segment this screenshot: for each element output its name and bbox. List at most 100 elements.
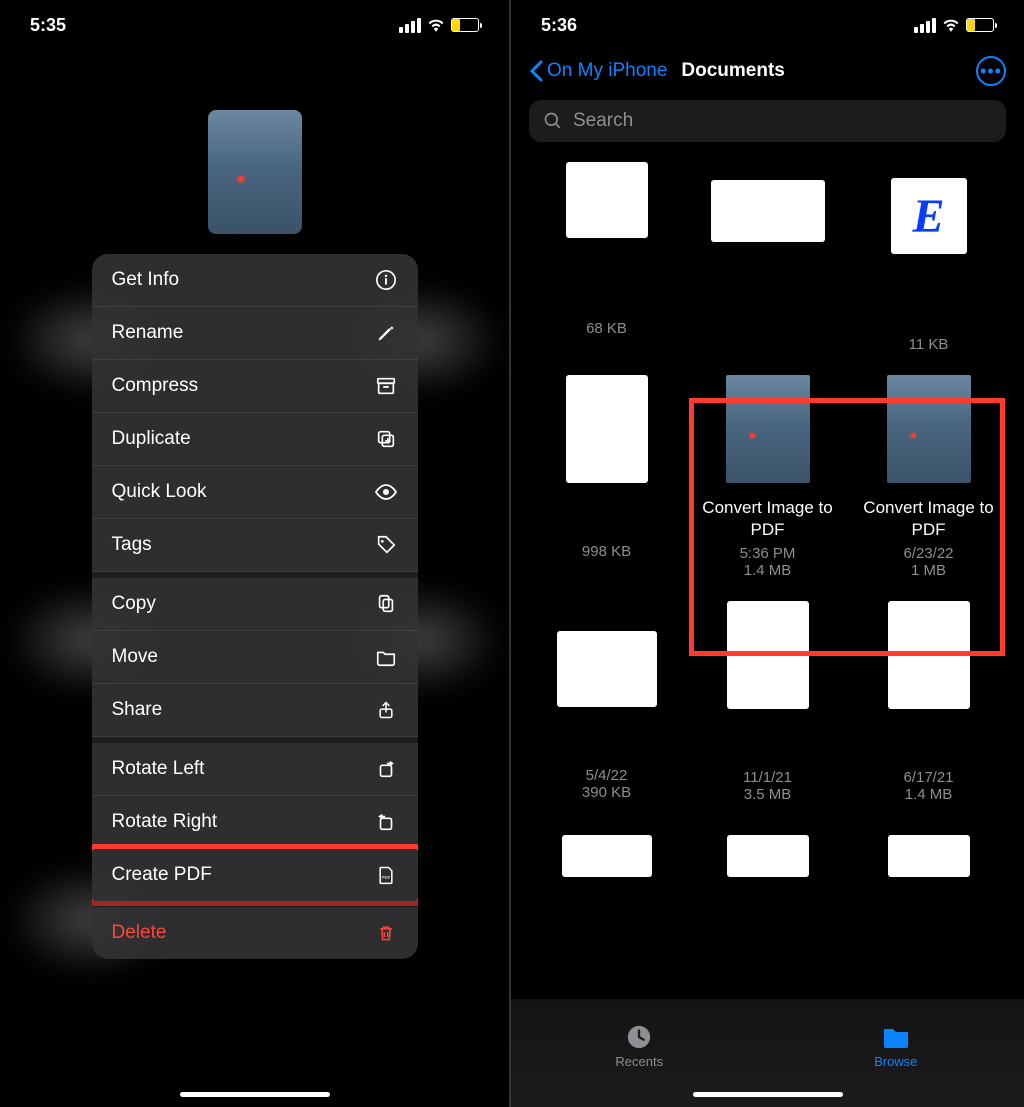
menu-label: Copy [112, 593, 156, 615]
file-size: 1.4 MB [744, 562, 792, 579]
status-time: 5:35 [30, 15, 66, 36]
archive-icon [374, 374, 398, 398]
selected-file-thumbnail [208, 110, 302, 234]
ellipsis-icon: ••• [980, 61, 1002, 82]
menu-rotate-right[interactable]: Rotate Right [92, 796, 418, 849]
menu-label: Share [112, 699, 163, 721]
file-name: Convert Image to PDF [853, 497, 1004, 541]
tab-recents[interactable]: Recents [511, 999, 768, 1107]
menu-quick-look[interactable]: Quick Look [92, 466, 418, 519]
share-icon [374, 698, 398, 722]
file-item[interactable]: Convert Image to PDF 6/23/22 1 MB [851, 369, 1006, 585]
page-title: Documents [681, 60, 784, 82]
file-size: 1 MB [911, 562, 946, 579]
menu-label: Get Info [112, 269, 180, 291]
file-item[interactable]: 6/17/21 1.4 MB [851, 595, 1006, 809]
file-size: 998 KB [582, 543, 631, 560]
status-bar: 5:35 [0, 0, 509, 50]
status-time: 5:36 [541, 15, 577, 36]
file-item[interactable] [851, 819, 1006, 883]
search-icon [543, 111, 563, 131]
menu-delete[interactable]: Delete [92, 901, 418, 959]
file-item[interactable] [690, 819, 845, 883]
file-size: 11 KB [909, 336, 949, 353]
search-field[interactable]: Search [529, 100, 1006, 142]
file-date: 6/23/22 [903, 545, 953, 562]
menu-get-info[interactable]: Get Info [92, 254, 418, 307]
copy-icon [374, 592, 398, 616]
file-item[interactable]: Convert Image to PDF 5:36 PM 1.4 MB [690, 369, 845, 585]
trash-icon [374, 921, 398, 945]
tab-label: Browse [874, 1054, 917, 1069]
home-indicator[interactable] [693, 1092, 843, 1097]
phone-right: 5:36 On My iPhone Documents ••• Search 6… [511, 0, 1024, 1107]
menu-create-pdf[interactable]: Create PDF PDF [92, 849, 418, 901]
file-size: 390 KB [582, 784, 631, 801]
menu-copy[interactable]: Copy [92, 572, 418, 631]
svg-text:PDF: PDF [381, 875, 390, 880]
wifi-icon [942, 18, 960, 32]
file-item[interactable] [529, 819, 684, 883]
info-icon [374, 268, 398, 292]
file-thumbnail [711, 180, 825, 242]
files-grid: 68 KB E 11 KB 998 KB Convert Image to PD… [511, 156, 1024, 883]
back-label: On My iPhone [547, 60, 667, 82]
file-size: 1.4 MB [905, 786, 953, 803]
cellular-icon [399, 18, 421, 33]
menu-label: Rotate Left [112, 758, 205, 780]
file-date: 6/17/21 [903, 769, 953, 786]
back-button[interactable]: On My iPhone [529, 60, 667, 82]
tag-icon [374, 533, 398, 557]
file-date: 5:36 PM [740, 545, 796, 562]
context-menu: Get Info Rename Compress Duplicate Quick… [92, 254, 418, 959]
file-date: 11/1/21 [743, 769, 792, 786]
menu-duplicate[interactable]: Duplicate [92, 413, 418, 466]
pdf-icon: PDF [374, 863, 398, 887]
file-thumbnail: E [891, 178, 967, 254]
home-indicator[interactable] [180, 1092, 330, 1097]
menu-tags[interactable]: Tags [92, 519, 418, 572]
status-bar: 5:36 [511, 0, 1024, 50]
menu-compress[interactable]: Compress [92, 360, 418, 413]
rotate-right-icon [374, 810, 398, 834]
menu-move[interactable]: Move [92, 631, 418, 684]
cellular-icon [914, 18, 936, 33]
file-thumbnail [888, 601, 970, 709]
file-size: 68 KB [586, 320, 627, 337]
file-thumbnail [887, 375, 971, 483]
menu-label: Compress [112, 375, 199, 397]
search-placeholder: Search [573, 110, 633, 132]
duplicate-icon [374, 427, 398, 451]
file-item[interactable]: 68 KB [529, 156, 684, 359]
navigation-bar: On My iPhone Documents ••• [511, 50, 1024, 92]
phone-left: 5:35 Get Info Rename Compress [0, 0, 511, 1107]
more-button[interactable]: ••• [976, 56, 1006, 86]
file-thumbnail [727, 835, 809, 877]
file-item[interactable]: 5/4/22 390 KB [529, 595, 684, 809]
battery-icon [966, 18, 994, 32]
file-thumbnail [557, 631, 657, 707]
tab-browse[interactable]: Browse [768, 999, 1024, 1107]
file-thumbnail [727, 601, 809, 709]
file-thumbnail [726, 375, 810, 483]
menu-rotate-left[interactable]: Rotate Left [92, 737, 418, 796]
menu-label: Tags [112, 534, 152, 556]
clock-icon [625, 1024, 653, 1050]
file-item[interactable]: E 11 KB [851, 156, 1006, 359]
folder-icon [882, 1024, 910, 1050]
file-item[interactable] [690, 156, 845, 359]
wifi-icon [427, 18, 445, 32]
folder-icon [374, 645, 398, 669]
file-thumbnail [888, 835, 970, 877]
file-item[interactable]: 11/1/21 3.5 MB [690, 595, 845, 809]
file-thumbnail [566, 375, 648, 483]
menu-label: Move [112, 646, 158, 668]
file-thumbnail [562, 835, 652, 877]
file-thumbnail [566, 162, 648, 238]
file-item[interactable]: 998 KB [529, 369, 684, 585]
file-name: Convert Image to PDF [692, 497, 843, 541]
file-date: 5/4/22 [586, 767, 628, 784]
menu-share[interactable]: Share [92, 684, 418, 737]
battery-icon [451, 18, 479, 32]
menu-rename[interactable]: Rename [92, 307, 418, 360]
